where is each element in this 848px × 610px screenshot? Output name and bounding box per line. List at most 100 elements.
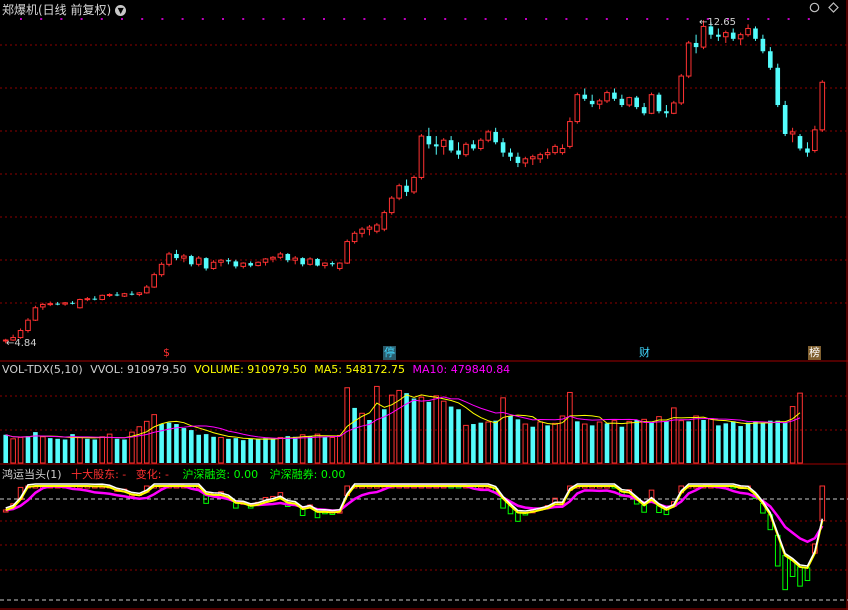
volume-bar	[211, 436, 216, 463]
volume-bar	[604, 423, 610, 463]
volume-bar	[440, 400, 447, 464]
indicator-panel-header: 鸿运当头(1) 十大股东: - 变化: - 沪深融资: 0.00 沪深融券: 0…	[2, 466, 345, 482]
candle-body	[322, 262, 328, 267]
volume-bar	[322, 436, 328, 463]
diamond-icon[interactable]	[828, 2, 839, 13]
volume-bar	[106, 433, 113, 464]
volume-bar	[567, 391, 573, 464]
volume-bar	[329, 436, 336, 464]
candle-body	[396, 185, 402, 199]
volume-bar	[701, 420, 706, 463]
chart-canvas	[0, 0, 848, 610]
volume-bar	[336, 434, 343, 464]
candle-body	[700, 25, 707, 48]
candle-body	[70, 302, 75, 304]
top-dot	[383, 18, 386, 20]
volume-bar	[248, 438, 253, 463]
volume-bar	[619, 426, 625, 463]
volume-bar	[545, 425, 550, 463]
candle-body	[418, 135, 425, 178]
candle-body	[99, 294, 106, 300]
top-dot	[767, 18, 770, 20]
candle-body	[84, 298, 91, 301]
volume-bar	[226, 438, 231, 463]
volume-bar	[671, 407, 677, 464]
marker-suspend-glyph: 停	[384, 346, 395, 359]
top-dot	[626, 18, 628, 20]
stock-title[interactable]: 郑爆机(日线 前复权) ▼	[2, 1, 127, 18]
volume-bar	[433, 395, 440, 464]
candle-body	[596, 100, 603, 105]
volume-ma5-line	[5, 394, 801, 440]
candle-body	[671, 102, 677, 114]
candle-body	[463, 143, 469, 156]
volume-indicator-name[interactable]: VOL-TDX(5,10)	[2, 363, 83, 376]
volume-bar	[25, 436, 31, 463]
top-dot	[666, 18, 669, 20]
candle-body	[233, 261, 239, 267]
marker-dollar[interactable]: $	[162, 346, 171, 360]
volume-bar	[411, 398, 417, 463]
candle-body	[508, 152, 513, 157]
volume-bar	[789, 406, 796, 464]
candle-body	[782, 105, 788, 134]
volume-bar	[530, 426, 536, 463]
candle-body	[685, 42, 692, 77]
candle-body	[181, 255, 187, 259]
candle-body	[493, 131, 498, 143]
volume-bar	[596, 421, 603, 464]
top-dot	[222, 18, 224, 20]
candle-body	[143, 286, 150, 294]
candle-body	[612, 92, 617, 99]
candle-body	[404, 185, 409, 192]
volume-bar	[738, 426, 743, 463]
circle-icon[interactable]	[809, 2, 820, 13]
volume-bar	[352, 407, 357, 463]
volume-bar	[656, 416, 662, 464]
candle-body	[471, 144, 476, 149]
candle-body	[218, 259, 224, 263]
candle-body	[440, 139, 447, 147]
top-dot	[787, 18, 790, 20]
indicator-bar	[819, 485, 826, 522]
top-dot	[80, 18, 83, 20]
volume-bar	[174, 424, 179, 463]
top-dot	[646, 18, 649, 20]
candle-body	[693, 42, 699, 48]
candle-body	[730, 32, 736, 39]
candle-body	[351, 232, 358, 243]
top-dot	[545, 18, 548, 20]
top-dot	[60, 18, 63, 20]
volume-bar	[478, 422, 484, 463]
candle-body	[433, 144, 439, 147]
volume-bar	[203, 434, 209, 463]
candle-body	[589, 100, 595, 105]
chevron-down-icon[interactable]: ▼	[115, 5, 127, 16]
volume-bar	[552, 422, 558, 464]
volume-bar	[753, 421, 758, 463]
volume-bar	[136, 426, 143, 464]
top-dot	[504, 18, 507, 20]
volume-bar	[240, 440, 246, 463]
volume-bar	[99, 436, 106, 464]
candle-body	[559, 147, 566, 154]
volume-bar	[314, 433, 321, 464]
volume-bar	[10, 438, 16, 464]
candle-body	[366, 226, 373, 230]
candle-body	[374, 224, 380, 232]
indicator-name[interactable]: 鸿运当头(1)	[2, 468, 62, 481]
volume-bar	[426, 401, 432, 463]
volume-bar	[515, 419, 521, 463]
candle-body	[552, 145, 558, 154]
volume-bar	[723, 423, 729, 463]
marker-finance[interactable]: 财	[638, 346, 651, 360]
candle-body	[641, 107, 647, 114]
ma5-value: MA5: 548172.75	[314, 363, 405, 376]
volume-bar	[575, 421, 580, 463]
marker-suspend[interactable]: 停	[383, 346, 396, 360]
volume-bar	[493, 420, 498, 463]
marker-ranking[interactable]: 榜	[808, 346, 821, 360]
volume-bar	[47, 438, 53, 463]
candle-body	[129, 293, 135, 295]
candle-body	[92, 298, 98, 300]
